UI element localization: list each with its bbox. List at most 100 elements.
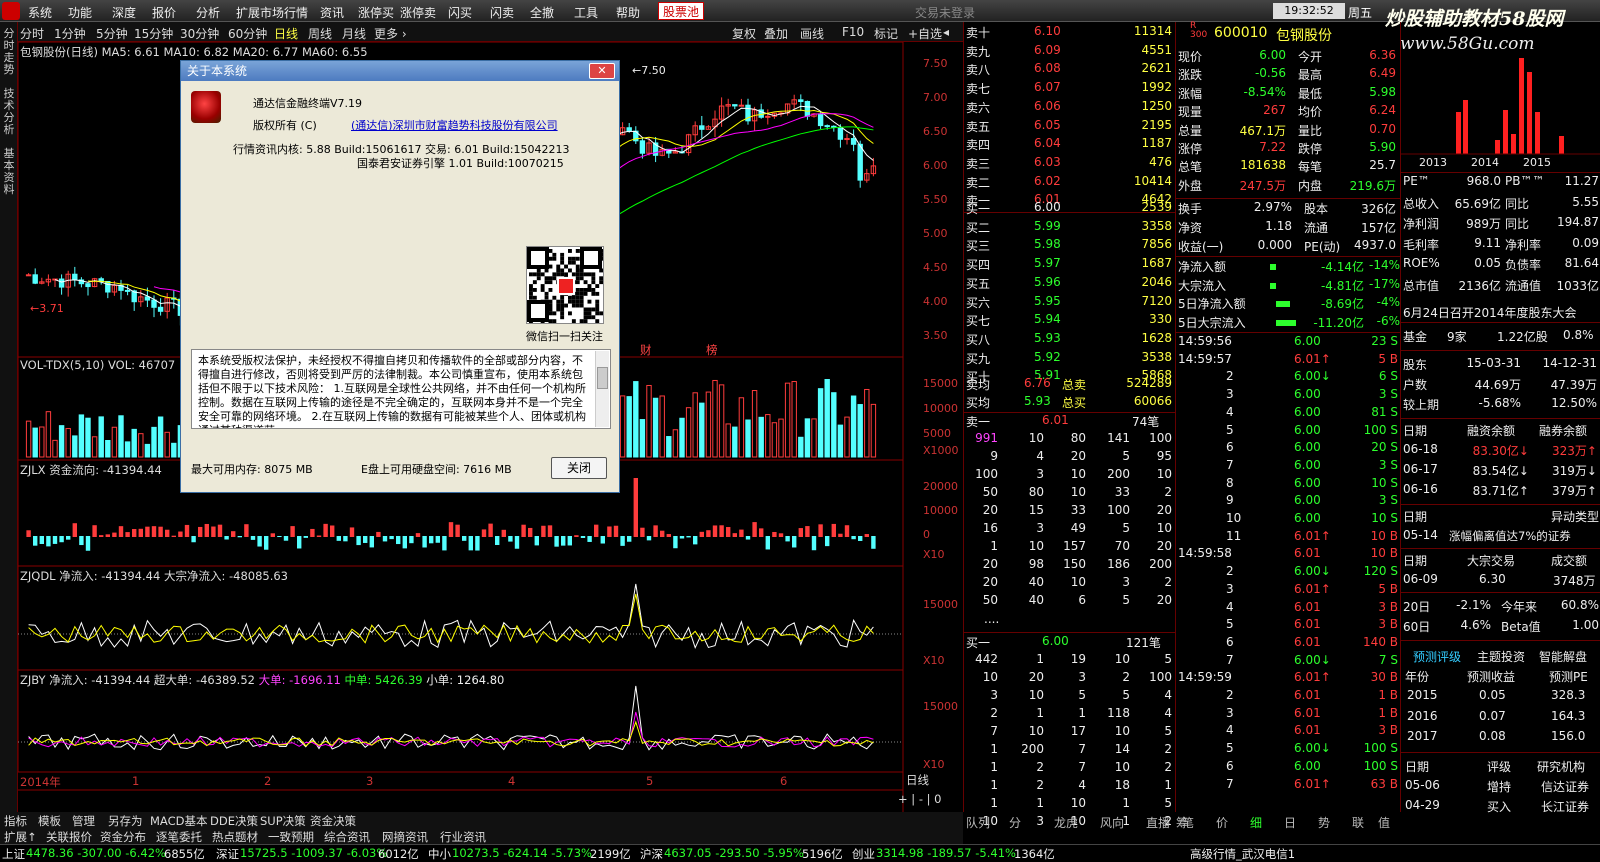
forecast-tab-1[interactable]: 主题投资 <box>1477 648 1525 665</box>
close-icon[interactable]: ✕ <box>589 63 615 79</box>
extension-tab-2[interactable]: 资金分布 <box>100 829 146 845</box>
info-tab-3[interactable]: 日 <box>1284 814 1296 831</box>
indicator-tab-0[interactable]: 指标 <box>4 813 27 829</box>
bid-price-5[interactable]: 5.95 <box>1034 294 1061 308</box>
indicator-tab-7[interactable]: 资金决策 <box>310 813 356 829</box>
stock-pool-menu[interactable]: 股票池 <box>658 2 705 20</box>
bid-price-3[interactable]: 5.97 <box>1034 256 1061 270</box>
quote-tab-1[interactable]: 分 <box>1009 814 1021 831</box>
info-tab-2[interactable]: 细 <box>1250 814 1262 831</box>
ask-price-6[interactable]: 6.04 <box>1034 136 1061 150</box>
quote-tab-3[interactable]: 风向 <box>1100 814 1124 831</box>
extension-tab-8[interactable]: 行业资讯 <box>440 829 486 845</box>
close-button[interactable]: 关闭 <box>551 457 607 479</box>
menu-item-9[interactable]: 闪买 <box>448 4 472 21</box>
chart-tool-5[interactable]: +自选 <box>908 25 942 42</box>
quote-tab-0[interactable]: 队列 <box>966 814 990 831</box>
bid-price-6[interactable]: 5.94 <box>1034 312 1061 326</box>
finance-mark[interactable]: 财 <box>640 342 652 358</box>
license-scrollbar[interactable] <box>595 351 609 427</box>
qr-module <box>548 249 553 253</box>
bid-price-4[interactable]: 5.96 <box>1034 275 1061 289</box>
indicator-tab-3[interactable]: 另存为 <box>108 813 143 829</box>
indicator-tab-2[interactable]: 管理 <box>72 813 95 829</box>
period-0[interactable]: 分时 <box>20 25 44 42</box>
bid-price-1[interactable]: 5.99 <box>1034 219 1061 233</box>
menu-item-3[interactable]: 报价 <box>152 4 176 21</box>
ask-price-2[interactable]: 6.08 <box>1034 61 1061 75</box>
forecast-tab-2[interactable]: 智能解盘 <box>1539 648 1587 665</box>
ask-price-1[interactable]: 6.09 <box>1034 43 1061 57</box>
menu-item-11[interactable]: 全撤 <box>530 4 554 21</box>
extension-tab-0[interactable]: 扩展↑ <box>4 829 37 845</box>
period-3[interactable]: 15分钟 <box>134 25 173 42</box>
extension-tab-6[interactable]: 综合资讯 <box>324 829 370 845</box>
period-5[interactable]: 60分钟 <box>228 25 267 42</box>
menu-item-10[interactable]: 闪卖 <box>490 4 514 21</box>
chart-tool-4[interactable]: 标记 <box>874 25 898 42</box>
chart-tool-3[interactable]: F10 <box>842 25 864 39</box>
info-tab-5[interactable]: 联 <box>1352 814 1364 831</box>
bid-price-2[interactable]: 5.98 <box>1034 237 1061 251</box>
menu-item-7[interactable]: 涨停买 <box>358 4 394 21</box>
menu-item-5[interactable]: 扩展市场行情 <box>236 4 308 21</box>
quote-tab-4[interactable]: 直播 <box>1146 814 1170 831</box>
bid-price-0[interactable]: 6.00 <box>1034 200 1061 214</box>
left-tab-2[interactable]: 基 本 资 料 <box>2 148 16 196</box>
ask-price-7[interactable]: 6.03 <box>1034 155 1061 169</box>
indicator-tab-6[interactable]: SUP决策 <box>260 813 306 829</box>
agm-notice[interactable]: 6月24日召开2014年度股东大会 <box>1403 304 1576 321</box>
company-link[interactable]: (通达信)深圳市财富趋势科技股份有限公司 <box>351 117 558 133</box>
period-1[interactable]: 1分钟 <box>54 25 86 42</box>
extension-tab-1[interactable]: 关联报价 <box>46 829 92 845</box>
menu-item-13[interactable]: 帮助 <box>616 4 640 21</box>
billboard-mark[interactable]: 榜 <box>706 342 718 358</box>
chart-tool-0[interactable]: 复权 <box>732 25 756 42</box>
menu-item-4[interactable]: 分析 <box>196 4 220 21</box>
ask-price-3[interactable]: 6.07 <box>1034 80 1061 94</box>
info-tab-7[interactable]: 筹 <box>1176 814 1188 831</box>
period-7[interactable]: 周线 <box>308 25 332 42</box>
menu-item-8[interactable]: 涨停卖 <box>400 4 436 21</box>
zoom-controls[interactable]: + | - | 0 <box>898 792 942 806</box>
dialog-titlebar[interactable]: 关于本系统 ✕ <box>181 61 619 81</box>
indicator-tab-5[interactable]: DDE决策 <box>210 813 258 829</box>
qr-module <box>575 303 580 308</box>
period-2[interactable]: 5分钟 <box>96 25 128 42</box>
license-text[interactable]: 本系统受版权法保护，未经授权不得擅自拷贝和传播软件的全部或部分内容，不得擅自进行… <box>191 349 611 429</box>
extension-tab-4[interactable]: 热点题材 <box>212 829 258 845</box>
indicator-tab-4[interactable]: MACD基本 <box>150 813 207 829</box>
extension-tab-3[interactable]: 逐笔委托 <box>156 829 202 845</box>
about-dialog[interactable]: 关于本系统 ✕ 通达信金融终端V7.19 版权所有 (C) (通达信)深圳市财富趋… <box>180 60 620 493</box>
period-6[interactable]: 日线 <box>274 25 298 42</box>
menu-item-2[interactable]: 深度 <box>112 4 136 21</box>
info-tab-1[interactable]: 价 <box>1216 814 1228 831</box>
period-9[interactable]: 更多 › <box>374 25 407 42</box>
bid-price-8[interactable]: 5.92 <box>1034 350 1061 364</box>
app-logo-icon[interactable] <box>2 2 20 20</box>
ask-price-4[interactable]: 6.06 <box>1034 99 1061 113</box>
chart-tool-1[interactable]: 叠加 <box>764 25 788 42</box>
left-tab-1[interactable]: 技 术 分 析 <box>2 88 16 136</box>
period-8[interactable]: 月线 <box>342 25 366 42</box>
left-tab-0[interactable]: 分 时 走 势 <box>2 28 16 76</box>
bid-price-7[interactable]: 5.93 <box>1034 331 1061 345</box>
menu-item-6[interactable]: 资讯 <box>320 4 344 21</box>
menu-item-1[interactable]: 功能 <box>68 4 92 21</box>
trade-status[interactable]: 交易未登录 <box>915 4 975 21</box>
menu-item-12[interactable]: 工具 <box>574 4 598 21</box>
chart-tool-2[interactable]: 画线 <box>800 25 824 42</box>
ask-price-5[interactable]: 6.05 <box>1034 118 1061 132</box>
extension-tab-7[interactable]: 网摘资讯 <box>382 829 428 845</box>
ask-price-0[interactable]: 6.10 <box>1034 24 1061 38</box>
extension-tab-5[interactable]: 一致预期 <box>268 829 314 845</box>
chart-tool-6[interactable]: ◂ <box>943 25 949 39</box>
info-tab-4[interactable]: 势 <box>1318 814 1330 831</box>
forecast-tab-0[interactable]: 预测评级 <box>1413 648 1461 665</box>
period-4[interactable]: 30分钟 <box>180 25 219 42</box>
ask-price-8[interactable]: 6.02 <box>1034 174 1061 188</box>
indicator-tab-1[interactable]: 模板 <box>38 813 61 829</box>
info-tab-6[interactable]: 值 <box>1378 814 1390 831</box>
menu-item-0[interactable]: 系统 <box>28 4 52 21</box>
quote-tab-2[interactable]: 龙虎 <box>1054 814 1078 831</box>
